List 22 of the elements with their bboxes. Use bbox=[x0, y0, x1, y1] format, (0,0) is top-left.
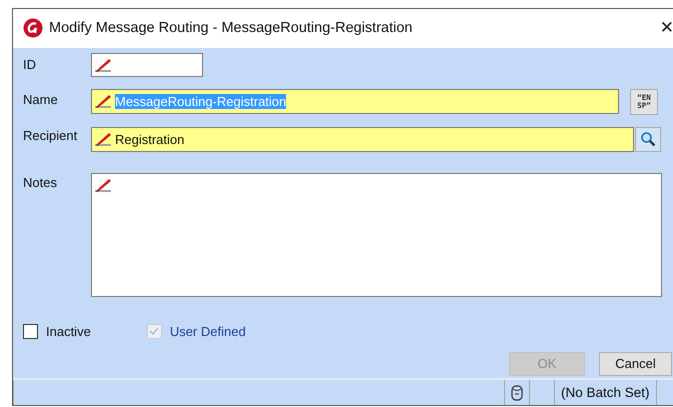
field-label: Recipient bbox=[23, 126, 78, 143]
close-button[interactable]: ✕ bbox=[660, 18, 673, 38]
search-icon bbox=[640, 131, 656, 148]
field-label: ID bbox=[23, 56, 37, 72]
input-field[interactable]: Registration bbox=[91, 126, 634, 152]
pencil-icon bbox=[94, 176, 114, 193]
dialog-button[interactable]: Cancel bbox=[599, 352, 672, 376]
window-title: Modify Message Routing - MessageRouting-Registration bbox=[49, 20, 412, 36]
database-icon bbox=[511, 384, 523, 402]
checkbox[interactable]: Inactive bbox=[23, 324, 91, 339]
field-label: Notes bbox=[23, 174, 58, 190]
field-label: Name bbox=[23, 90, 59, 107]
field-value: MessageRouting-Registration bbox=[115, 94, 286, 109]
app-logo-icon bbox=[23, 18, 43, 38]
pencil-icon bbox=[94, 93, 114, 110]
search-button[interactable] bbox=[635, 126, 661, 152]
pencil-icon bbox=[94, 131, 114, 148]
pencil-icon bbox=[94, 56, 114, 73]
field-value: Registration bbox=[115, 132, 184, 147]
batch-status: (No Batch Set) bbox=[561, 385, 650, 400]
input-field[interactable] bbox=[91, 52, 203, 77]
notes-field[interactable] bbox=[91, 172, 662, 297]
